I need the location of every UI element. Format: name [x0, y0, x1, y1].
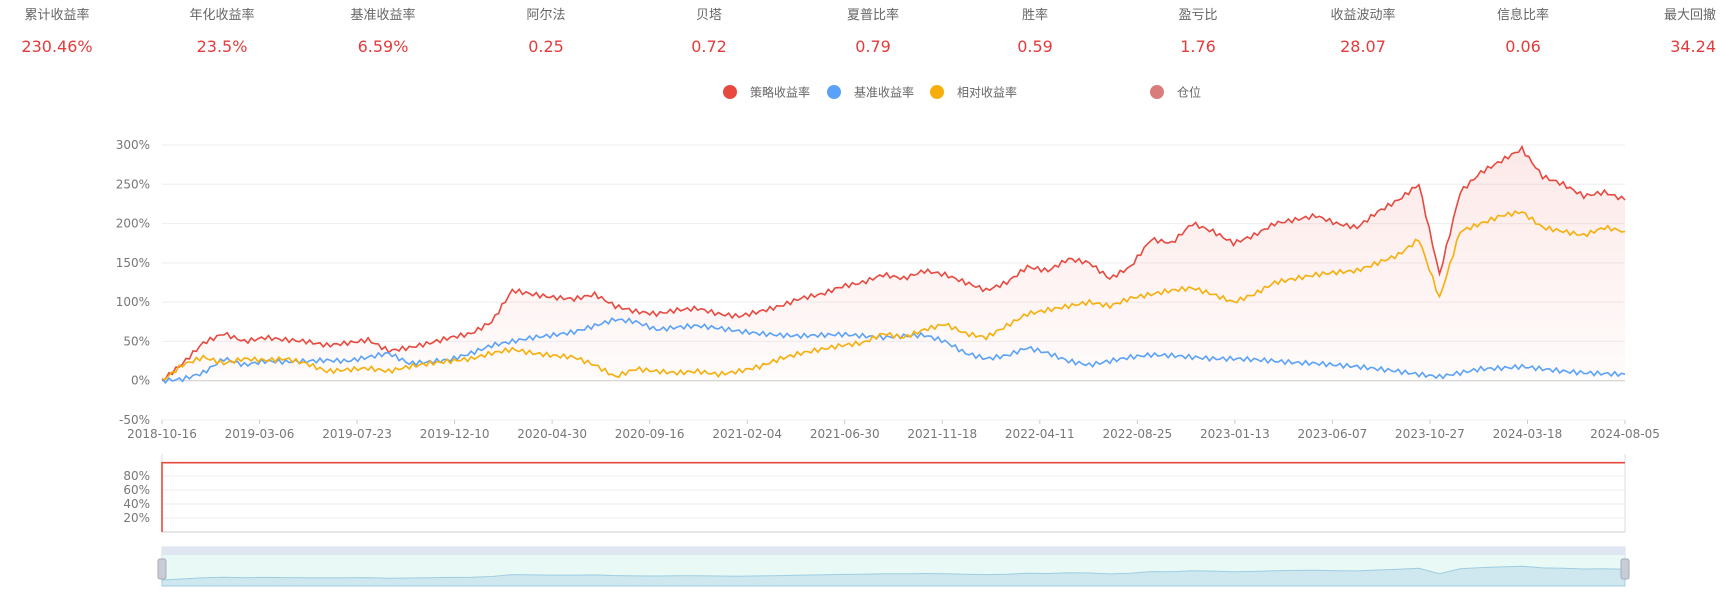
chart: 策略收益率 基准收益率 相对收益率 仓位 -50% 0% 50% 100% 150% 200% 25…	[116, 85, 1660, 587]
x-tick-label: 2021-06-30	[810, 427, 880, 441]
x-tick-label: 2023-10-27	[1395, 427, 1465, 441]
x-tick-label: 2022-08-25	[1102, 427, 1172, 441]
x-tick-label: 2024-03-18	[1493, 427, 1563, 441]
legend-label: 相对收益率	[957, 85, 1017, 100]
position-y-tick-label: 20%	[123, 511, 150, 525]
x-tick-label: 2019-12-10	[420, 427, 490, 441]
y-tick-label: -50%	[119, 413, 150, 427]
position-y-tick-label: 80%	[123, 469, 150, 483]
zoom-top-bar	[162, 547, 1625, 555]
position-line	[161, 461, 1625, 532]
x-tick-label: 2020-09-16	[615, 427, 685, 441]
position-y-tick-label: 40%	[123, 497, 150, 511]
legend-marker	[930, 85, 944, 99]
y-tick-label: 100%	[116, 295, 150, 309]
y-tick-label: 50%	[123, 334, 150, 348]
x-tick-label: 2021-02-04	[712, 427, 782, 441]
x-tick-label: 2023-01-13	[1200, 427, 1270, 441]
y-tick-label: 0%	[131, 374, 150, 388]
y-tick-label: 150%	[116, 256, 150, 270]
x-tick-label: 2020-04-30	[517, 427, 587, 441]
legend-marker	[1150, 85, 1164, 99]
x-tick-label: 2022-04-11	[1005, 427, 1075, 441]
x-tick-label: 2019-07-23	[322, 427, 392, 441]
legend-label: 策略收益率	[750, 85, 810, 100]
x-tick-label: 2018-10-16	[127, 427, 197, 441]
strategy-area	[162, 146, 1625, 381]
x-tick-label: 2021-11-18	[907, 427, 977, 441]
legend-label: 基准收益率	[854, 85, 914, 100]
legend-marker	[723, 85, 737, 99]
position-y-tick-label: 60%	[123, 483, 150, 497]
x-tick-label: 2019-03-06	[225, 427, 295, 441]
legend-marker	[827, 85, 841, 99]
zoom-left-handle[interactable]	[157, 558, 167, 580]
legend-label: 仓位	[1177, 85, 1201, 100]
x-tick-label: 2024-08-05	[1590, 427, 1660, 441]
zoom-right-handle[interactable]	[1620, 558, 1630, 580]
y-tick-label: 200%	[116, 217, 150, 231]
y-tick-label: 250%	[116, 177, 150, 191]
y-tick-label: 300%	[116, 138, 150, 152]
x-tick-label: 2023-06-07	[1298, 427, 1368, 441]
